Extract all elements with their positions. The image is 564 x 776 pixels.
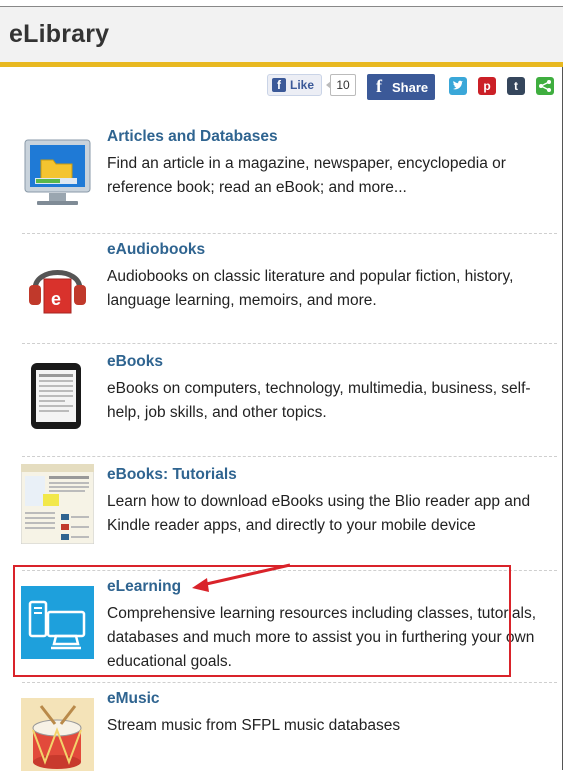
- share-icon[interactable]: [536, 77, 554, 95]
- drum-icon: [21, 698, 94, 771]
- svg-text:e: e: [51, 289, 61, 309]
- like-label: Like: [290, 78, 315, 92]
- facebook-share-button[interactable]: f Share: [367, 74, 435, 100]
- highlight-box: [13, 565, 511, 677]
- twitter-icon[interactable]: [449, 77, 467, 95]
- facebook-icon: f: [272, 78, 286, 92]
- item-title-emusic[interactable]: eMusic: [107, 690, 160, 708]
- divider: [22, 233, 557, 234]
- facebook-icon: f: [376, 76, 382, 96]
- item-description: Audiobooks on classic literature and pop…: [107, 268, 514, 309]
- divider: [22, 343, 557, 344]
- share-label: Share: [392, 80, 429, 95]
- item-title-articles[interactable]: Articles and Databases: [107, 128, 278, 146]
- pinterest-icon[interactable]: p: [478, 77, 496, 95]
- facebook-like-button[interactable]: f Like: [267, 74, 322, 96]
- tablet-icon: [21, 361, 94, 434]
- divider: [22, 456, 557, 457]
- item-description: Find an article in a magazine, newspaper…: [107, 155, 506, 196]
- item-description: Stream music from SFPL music databases: [107, 717, 401, 734]
- tumblr-icon[interactable]: t: [507, 77, 525, 95]
- item-title-eaudiobooks[interactable]: eAudiobooks: [107, 241, 205, 259]
- item-title-ebooks-tutorials[interactable]: eBooks: Tutorials: [107, 466, 237, 484]
- computer-folder-icon: [21, 138, 94, 211]
- item-description: Learn how to download eBooks using the B…: [107, 493, 531, 534]
- tutorial-screenshot-icon: [20, 463, 95, 545]
- like-count: 10: [326, 74, 356, 96]
- item-title-ebooks[interactable]: eBooks: [107, 353, 163, 371]
- page-header: eLibrary: [0, 6, 563, 63]
- divider: [22, 682, 557, 683]
- headphones-book-icon: e: [21, 249, 94, 322]
- item-description: eBooks on computers, technology, multime…: [107, 380, 531, 421]
- page-title: eLibrary: [9, 20, 110, 48]
- header-accent-rule: [0, 62, 563, 67]
